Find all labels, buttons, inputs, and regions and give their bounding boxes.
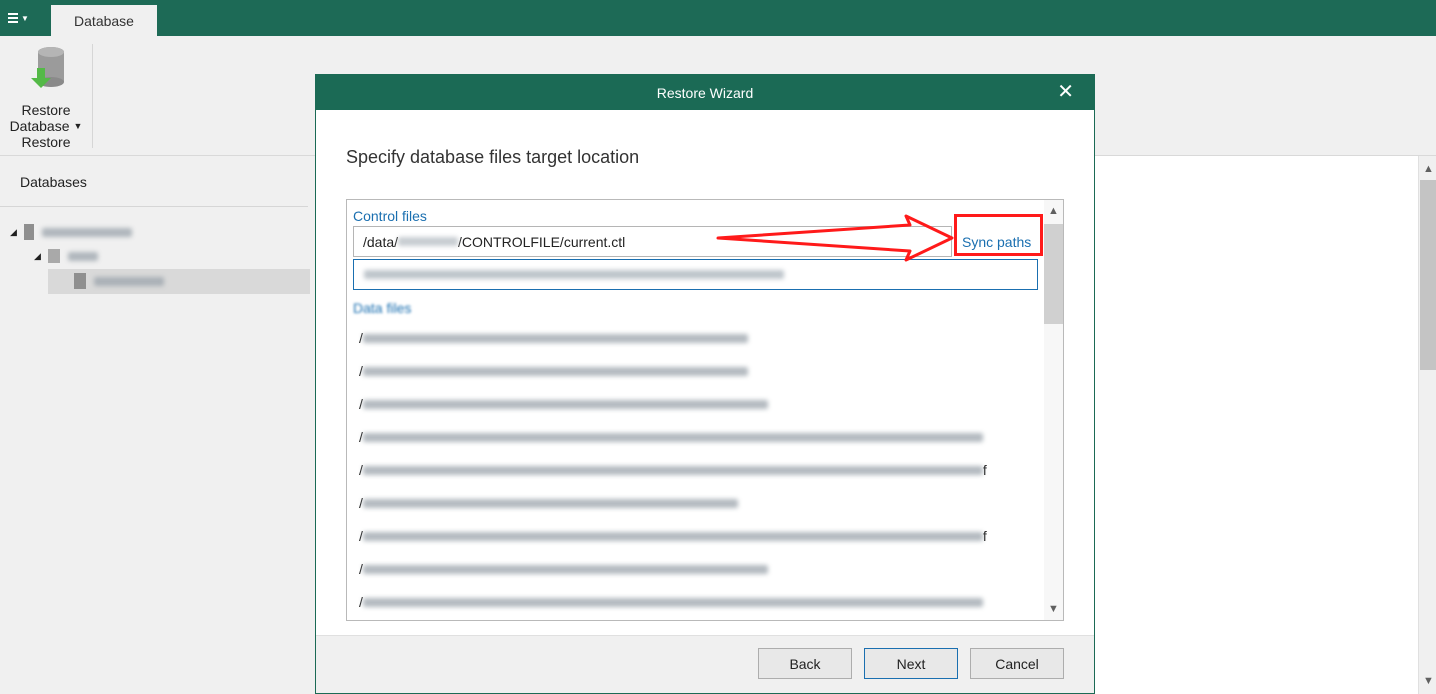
scroll-thumb[interactable]	[1044, 224, 1063, 324]
restore-database-button[interactable]: Restore Database ▼	[6, 44, 86, 134]
data-file-row[interactable]: /	[359, 559, 768, 579]
restore-database-label-2: Database	[9, 118, 70, 134]
scroll-thumb[interactable]	[1420, 180, 1436, 370]
data-file-row[interactable]: / f	[359, 460, 987, 480]
data-file-row[interactable]: /	[359, 427, 983, 447]
folder-icon	[48, 249, 60, 263]
expand-icon[interactable]: ◢	[10, 227, 24, 238]
ribbon-separator	[92, 44, 93, 148]
ribbon-group-label: Restore	[21, 134, 71, 150]
tree-node-database-label	[94, 276, 164, 286]
close-icon[interactable]: ✕	[1057, 81, 1074, 103]
path-redacted	[364, 270, 784, 279]
tree-node-database[interactable]	[74, 269, 164, 293]
data-file-row[interactable]: /	[359, 361, 748, 381]
data-file-row[interactable]: /	[359, 592, 983, 612]
restore-database-label-1: Restore	[21, 102, 71, 118]
dialog-title-bar: Restore Wizard ✕	[316, 75, 1094, 110]
next-button[interactable]: Next	[864, 648, 958, 679]
data-file-row[interactable]: / f	[359, 526, 987, 546]
control-file-source-path: /data/ /CONTROLFILE/current.ctl	[353, 226, 952, 257]
highlight-box	[954, 214, 1043, 256]
control-file-target-path-input[interactable]	[353, 259, 1038, 290]
tree-node-instance-label	[68, 251, 98, 261]
tree-node-instance[interactable]: ◢	[34, 244, 98, 268]
database-restore-icon	[21, 44, 71, 94]
scroll-down-icon[interactable]: ▼	[1419, 672, 1436, 690]
hamburger-icon	[8, 11, 18, 25]
cancel-button[interactable]: Cancel	[970, 648, 1064, 679]
main-menu-button[interactable]: ▼	[8, 8, 40, 28]
data-files-label: Data files	[353, 300, 412, 316]
expand-icon[interactable]: ◢	[34, 251, 48, 262]
data-file-row[interactable]: /	[359, 493, 738, 513]
dialog-title: Restore Wizard	[656, 84, 754, 101]
main-scrollbar[interactable]: ▲ ▼	[1418, 156, 1436, 694]
path-redacted	[398, 237, 459, 246]
tree-node-server-label	[42, 227, 132, 237]
chevron-down-icon: ▼	[21, 13, 29, 23]
path-suffix: /CONTROLFILE/current.ctl	[458, 233, 626, 250]
scroll-up-icon[interactable]: ▲	[1044, 202, 1063, 220]
path-prefix: /data/	[363, 233, 399, 250]
restore-wizard-dialog: Restore Wizard ✕ Specify database files …	[315, 74, 1095, 694]
scroll-down-icon[interactable]: ▼	[1044, 600, 1063, 618]
scroll-up-icon[interactable]: ▲	[1419, 160, 1436, 178]
files-list: Control files /data/ /CONTROLFILE/curren…	[346, 199, 1064, 621]
database-icon	[74, 273, 86, 289]
main-content-area	[1094, 156, 1418, 694]
dropdown-arrow-icon: ▼	[73, 121, 83, 131]
back-button[interactable]: Back	[758, 648, 852, 679]
pane-title: Databases	[20, 174, 87, 190]
top-bar: ▼ Database	[0, 0, 1436, 36]
list-scrollbar[interactable]: ▲ ▼	[1044, 200, 1063, 620]
data-file-row[interactable]: /	[359, 394, 768, 414]
server-icon	[24, 224, 34, 240]
dialog-heading: Specify database files target location	[346, 147, 640, 167]
control-files-label: Control files	[353, 208, 427, 224]
divider	[0, 206, 308, 207]
dialog-footer: Back Next Cancel	[316, 635, 1094, 693]
tab-database[interactable]: Database	[51, 5, 157, 36]
tree-node-server[interactable]: ◢	[10, 220, 132, 244]
databases-pane: Databases ◢ ◢	[0, 156, 314, 694]
data-file-row[interactable]: /	[359, 328, 748, 348]
